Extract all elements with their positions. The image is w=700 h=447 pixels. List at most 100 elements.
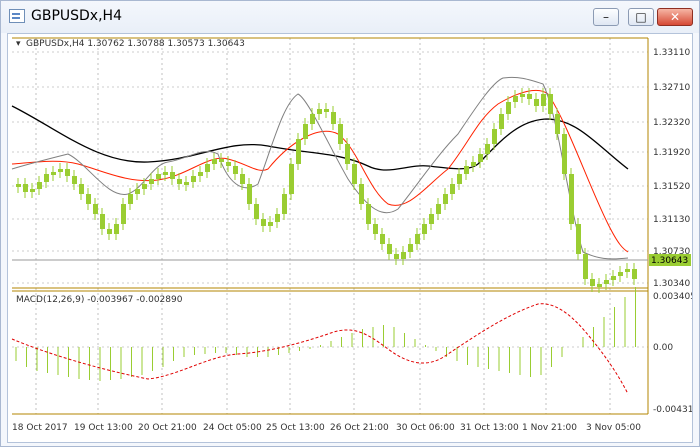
time-tick-label: 25 Oct 13:00 [266, 423, 325, 433]
candle-body [436, 204, 441, 214]
candle-body [44, 174, 49, 182]
candle-body [611, 276, 616, 280]
window-title: GBPUSDx,H4 [31, 8, 122, 24]
chart-area[interactable]: ▾ GBPUSDx,H4 1.30762 1.30788 1.30573 1.3… [7, 33, 699, 443]
candle-body [569, 174, 574, 224]
time-axis: 18 Oct 2017 19 Oct 13:00 20 Oct 21:00 24 Oc… [12, 423, 641, 433]
time-tick-label: 3 Nov 05:00 [586, 423, 641, 433]
candle-body [219, 159, 224, 162]
macd-header: MACD(12,26,9) -0.003967 -0.002890 [16, 295, 183, 305]
candle-body [198, 172, 203, 176]
candle-body [492, 129, 497, 144]
candle-body [58, 169, 63, 172]
candle-body [114, 224, 119, 234]
candle-body [373, 224, 378, 234]
macd-tick-label: 0.003405 [653, 292, 692, 302]
candle-body [233, 166, 238, 174]
candle-body [415, 234, 420, 244]
candle-body [443, 194, 448, 204]
time-tick-label: 26 Oct 21:00 [330, 423, 389, 433]
candle-body [289, 164, 294, 194]
candle-body [226, 162, 231, 166]
candle-body [394, 254, 399, 259]
macd-signal-line [11, 303, 629, 395]
chart-window-icon [9, 9, 25, 23]
candle-body [93, 204, 98, 214]
candle-body [275, 214, 280, 222]
candle-body [562, 134, 567, 174]
candle-body [604, 280, 609, 284]
candle-body [72, 176, 77, 184]
candle-body [261, 219, 266, 226]
candle-body [590, 279, 595, 286]
candle-body [191, 176, 196, 182]
candle-body [254, 204, 259, 219]
candle-body [177, 179, 182, 184]
candle-body [282, 194, 287, 214]
candle-body [359, 184, 364, 204]
candle-body [380, 234, 385, 244]
candle-body [331, 112, 336, 124]
candle-body [534, 99, 539, 106]
candle-body [156, 174, 161, 179]
candle-body [366, 204, 371, 224]
candle-body [352, 164, 357, 184]
time-tick-label: 18 Oct 2017 [12, 423, 68, 433]
candle-body [464, 166, 469, 174]
candle-body [450, 184, 455, 194]
candle-body [499, 114, 504, 129]
candle-body [338, 124, 343, 144]
candle-body [51, 172, 56, 175]
candle-body [142, 184, 147, 189]
candle-body [387, 244, 392, 254]
candle-body [555, 114, 560, 134]
current-price-tag: 1.30643 [651, 256, 688, 266]
candle-body [520, 94, 525, 97]
candle-body [548, 94, 553, 114]
price-chart-svg[interactable]: ▾ GBPUSDx,H4 1.30762 1.30788 1.30573 1.3… [8, 34, 699, 442]
candle-body [23, 184, 28, 192]
candle-body [128, 194, 133, 204]
candle-body [506, 102, 511, 114]
candle-body [303, 124, 308, 139]
macd-axis: 0.003405 0.00 -0.004318 [653, 292, 699, 415]
candle-body [30, 189, 35, 192]
minimize-button[interactable]: – [593, 8, 619, 26]
candle-body [121, 204, 126, 224]
price-tick-label: 1.32710 [653, 83, 690, 93]
candle-body [324, 109, 329, 112]
candle-body [457, 174, 462, 184]
candle-body [576, 224, 581, 254]
time-tick-label: 20 Oct 21:00 [138, 423, 197, 433]
title-bar[interactable]: GBPUSDx,H4 – □ ✕ [1, 1, 699, 33]
chart-header-ohlc: GBPUSDx,H4 1.30762 1.30788 1.30573 1.306… [26, 39, 245, 49]
candle-body [16, 184, 21, 187]
time-tick-label: 30 Oct 06:00 [396, 423, 455, 433]
close-button[interactable]: ✕ [657, 8, 693, 26]
candle-body [429, 214, 434, 224]
maximize-button[interactable]: □ [628, 8, 654, 26]
price-tick-label: 1.33110 [653, 48, 690, 58]
candle-body [401, 252, 406, 259]
candle-body [310, 114, 315, 124]
time-tick-label: 1 Nov 21:00 [522, 423, 577, 433]
candle-body [37, 182, 42, 189]
macd-tick-label: 0.00 [653, 343, 673, 353]
candle-body [79, 184, 84, 194]
candle-body [625, 269, 630, 272]
candle-body [317, 109, 322, 114]
price-axis: 1.33110 1.32710 1.32320 1.31920 1.31520 1.311… [653, 48, 690, 289]
candle-body [541, 94, 546, 106]
symbol-collapse-icon[interactable]: ▾ [16, 39, 21, 49]
price-tick-label: 1.31130 [653, 215, 690, 225]
candle-body [170, 172, 175, 179]
candle-body [86, 194, 91, 204]
chart-window: GBPUSDx,H4 – □ ✕ ▾ GBPUSDx,H4 1.30762 1.… [0, 0, 700, 447]
candle-body [268, 222, 273, 226]
price-tick-label: 1.32320 [653, 118, 690, 128]
candle-body [513, 96, 518, 102]
candle-body [296, 139, 301, 164]
candle-body [471, 162, 476, 166]
time-tick-label: 24 Oct 05:00 [203, 423, 262, 433]
candle-body [205, 164, 210, 172]
